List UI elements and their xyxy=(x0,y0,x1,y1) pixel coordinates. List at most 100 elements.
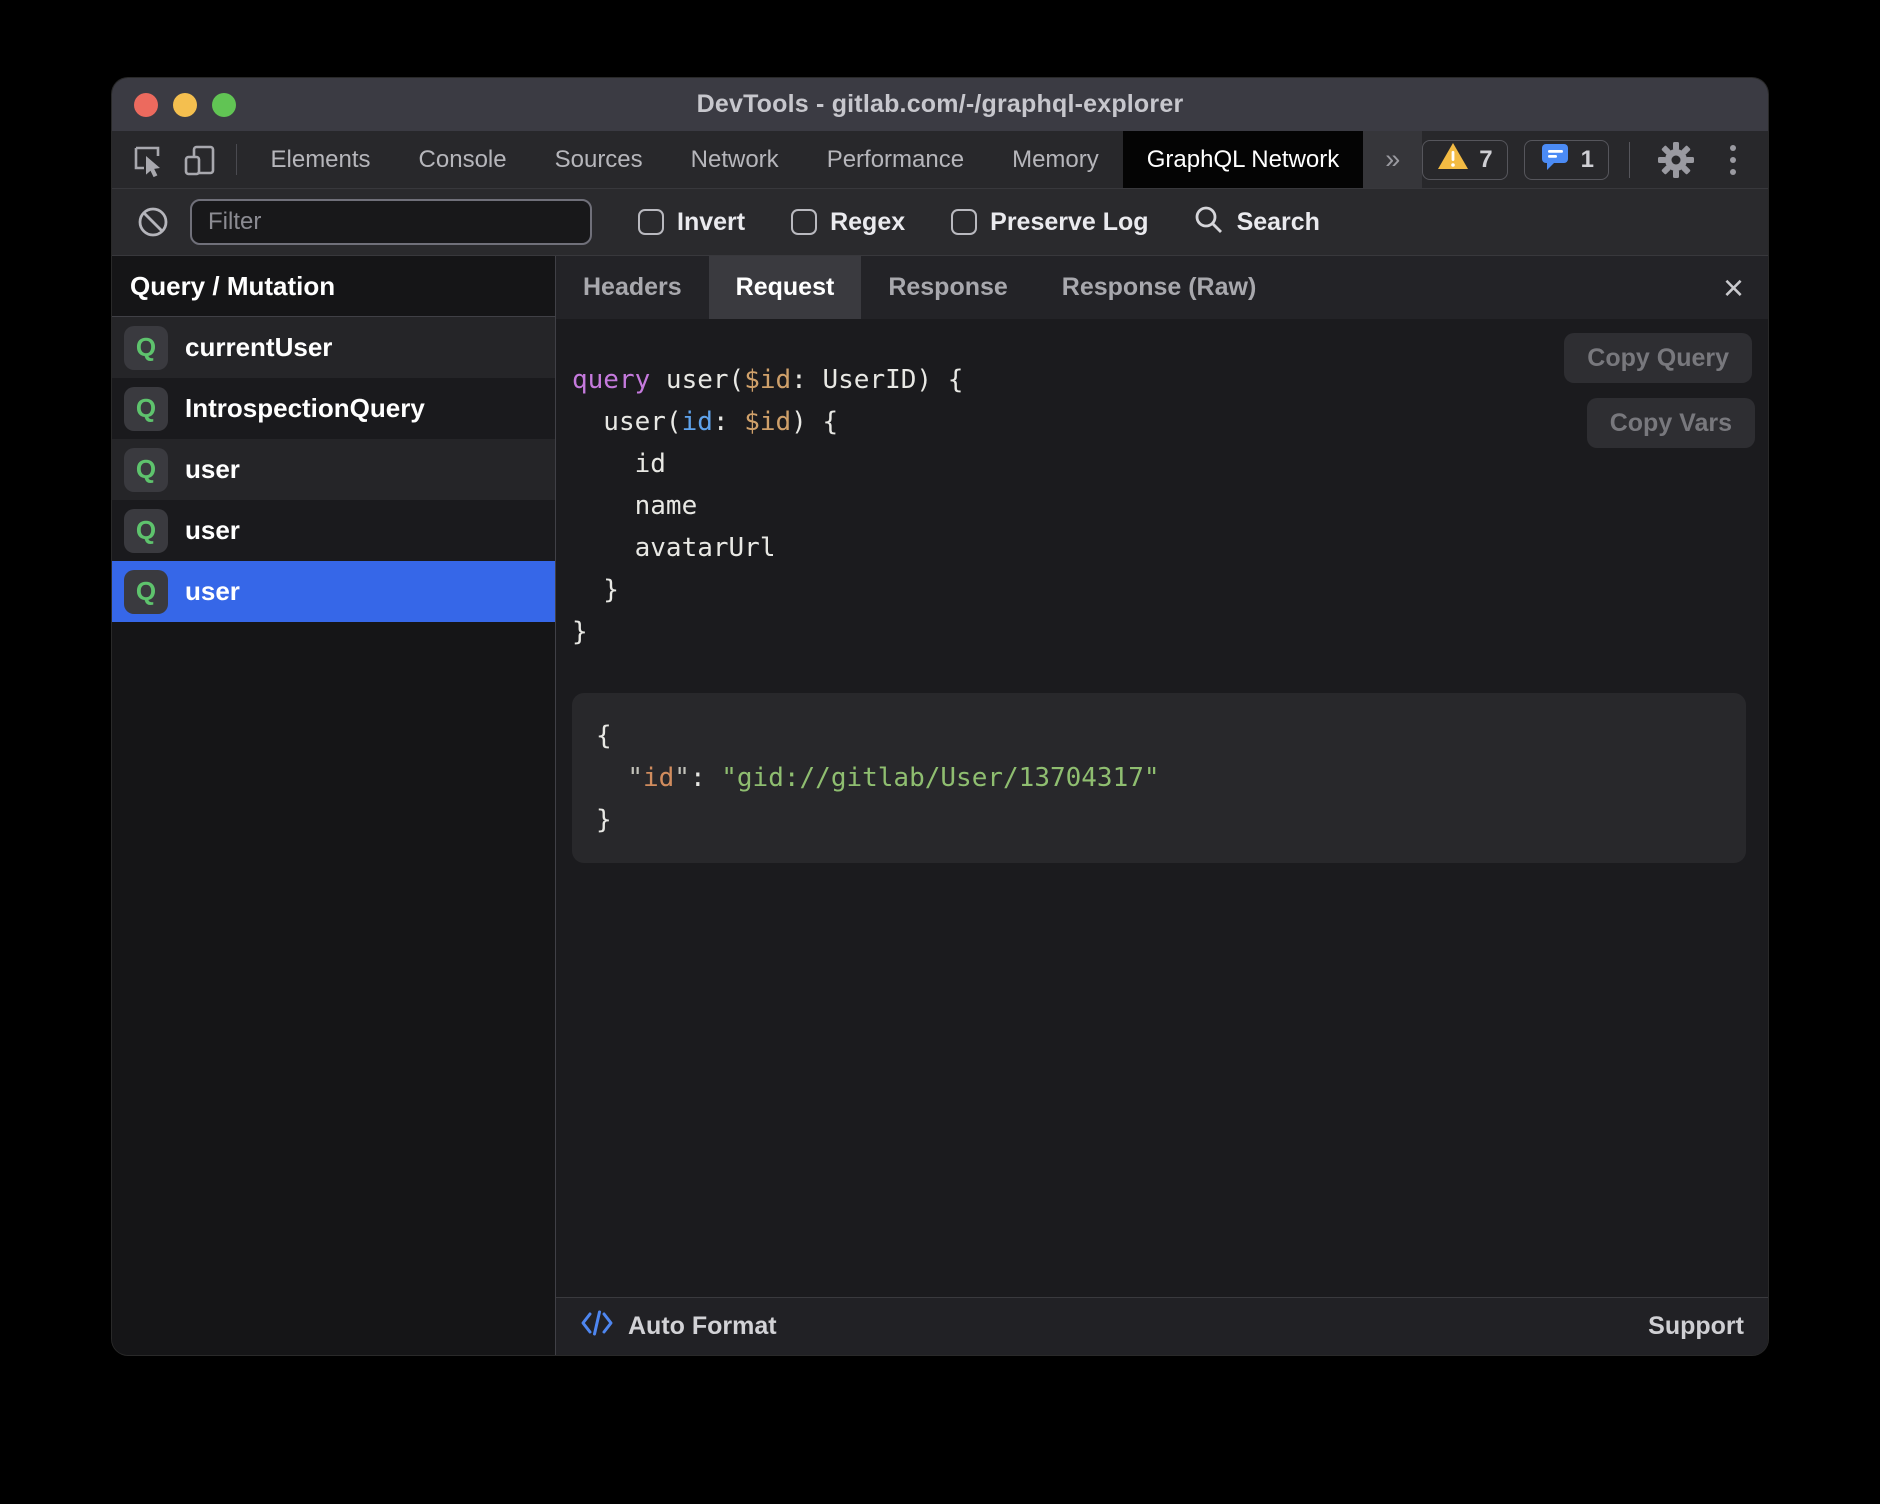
toolbar-divider xyxy=(236,144,237,175)
warnings-badge[interactable]: 7 xyxy=(1422,140,1507,180)
query-type-icon: Q xyxy=(124,387,168,431)
filter-checkboxes: Invert Regex Preserve Log xyxy=(592,208,1149,237)
devtools-tab-graphql-network[interactable]: GraphQL Network xyxy=(1123,131,1364,188)
close-detail-icon[interactable]: × xyxy=(1715,256,1752,319)
query-type-icon: Q xyxy=(124,509,168,553)
search-label: Search xyxy=(1237,208,1320,237)
issues-badge[interactable]: 1 xyxy=(1524,140,1609,180)
code-line: { xyxy=(596,715,1722,757)
code-line: name xyxy=(572,485,1768,527)
auto-format-label: Auto Format xyxy=(628,1312,777,1341)
checkbox-invert[interactable]: Invert xyxy=(638,208,745,237)
query-item-label: user xyxy=(185,454,240,485)
query-list-item-introspectionquery-1[interactable]: Q IntrospectionQuery xyxy=(112,378,555,439)
code-token: user( xyxy=(572,407,682,437)
code-token: } xyxy=(596,805,612,835)
devtools-tab-network[interactable]: Network xyxy=(667,131,803,188)
search-toggle[interactable]: Search xyxy=(1193,204,1320,241)
kebab-menu-icon[interactable] xyxy=(1718,145,1748,175)
checkbox-label-regex: Regex xyxy=(830,208,905,237)
detail-footer: Auto Format Support xyxy=(556,1297,1768,1355)
code-token: $id xyxy=(744,365,791,395)
close-window-button[interactable] xyxy=(134,93,158,117)
code-line: avatarUrl xyxy=(572,527,1768,569)
fullscreen-window-button[interactable] xyxy=(212,93,236,117)
devtools-tab-performance[interactable]: Performance xyxy=(803,131,988,188)
clear-block-icon[interactable] xyxy=(130,205,176,239)
checkbox-label-invert: Invert xyxy=(677,208,745,237)
devtools-tab-memory[interactable]: Memory xyxy=(988,131,1123,188)
support-link[interactable]: Support xyxy=(1648,1312,1744,1341)
code-line: "id": "gid://gitlab/User/13704317" xyxy=(596,757,1722,799)
devtools-tab-elements[interactable]: Elements xyxy=(247,131,395,188)
inspect-element-icon[interactable] xyxy=(122,131,174,188)
query-item-label: IntrospectionQuery xyxy=(185,393,425,424)
copy-vars-button[interactable]: Copy Vars xyxy=(1587,398,1755,448)
checkbox-box-regex[interactable] xyxy=(791,209,817,235)
code-token: : xyxy=(690,763,721,793)
code-token: id xyxy=(572,449,666,479)
query-type-icon: Q xyxy=(124,448,168,492)
detail-tab-response[interactable]: Response xyxy=(861,256,1034,319)
code-token: $id xyxy=(744,407,791,437)
request-body: query user($id: UserID) { user(id: $id) … xyxy=(556,319,1768,1297)
code-line: id xyxy=(572,443,1768,485)
devtools-tab-console[interactable]: Console xyxy=(395,131,531,188)
device-toolbar-icon[interactable] xyxy=(174,131,226,188)
detail-tab-headers[interactable]: Headers xyxy=(556,256,709,319)
minimize-window-button[interactable] xyxy=(173,93,197,117)
warnings-count: 7 xyxy=(1479,146,1492,174)
query-list-item-user-2[interactable]: Quser xyxy=(112,439,555,500)
query-list-header: Query / Mutation xyxy=(112,256,555,317)
code-token: id xyxy=(643,763,674,793)
toolbar-divider xyxy=(1629,142,1630,178)
settings-gear-icon[interactable] xyxy=(1650,141,1702,179)
code-line: } xyxy=(572,611,1768,653)
query-list-item-currentuser-0[interactable]: QcurrentUser xyxy=(112,317,555,378)
code-token: } xyxy=(572,617,588,647)
filter-bar: Invert Regex Preserve Log Search xyxy=(112,188,1768,255)
search-icon xyxy=(1193,204,1225,241)
code-token: ) { xyxy=(791,407,838,437)
titlebar: DevTools - gitlab.com/-/graphql-explorer xyxy=(112,78,1768,131)
request-detail-panel: HeadersRequestResponseResponse (Raw) × q… xyxy=(556,256,1768,1355)
more-tabs-button[interactable]: » xyxy=(1363,131,1422,188)
devtools-tabs: ElementsConsoleSourcesNetworkPerformance… xyxy=(247,131,1364,188)
query-item-label: currentUser xyxy=(185,332,332,363)
code-token: "gid://gitlab/User/13704317" xyxy=(721,763,1159,793)
checkbox-regex[interactable]: Regex xyxy=(791,208,905,237)
devtools-tab-sources[interactable]: Sources xyxy=(531,131,667,188)
code-token: : xyxy=(713,407,744,437)
query-list-panel: Query / Mutation QcurrentUserQIntrospect… xyxy=(112,256,556,1355)
code-line: } xyxy=(572,569,1768,611)
detail-tab-request[interactable]: Request xyxy=(709,256,862,319)
issues-count: 1 xyxy=(1581,146,1594,174)
code-token: avatarUrl xyxy=(572,533,776,563)
query-type-icon: Q xyxy=(124,570,168,614)
filter-input[interactable] xyxy=(190,199,592,245)
query-item-label: user xyxy=(185,515,240,546)
query-list-item-user-4[interactable]: Quser xyxy=(112,561,555,622)
code-brackets-icon xyxy=(580,1307,614,1346)
query-list-item-user-3[interactable]: Quser xyxy=(112,500,555,561)
code-token xyxy=(596,763,627,793)
checkbox-box-invert[interactable] xyxy=(638,209,664,235)
query-list: QcurrentUserQIntrospectionQueryQuserQuse… xyxy=(112,317,555,622)
toolbar-right: 7 1 xyxy=(1422,131,1768,188)
copy-query-button[interactable]: Copy Query xyxy=(1564,333,1752,383)
window-title: DevTools - gitlab.com/-/graphql-explorer xyxy=(697,90,1184,119)
code-token: user( xyxy=(650,365,744,395)
auto-format-toggle[interactable]: Auto Format xyxy=(580,1307,777,1346)
detail-tab-response-raw[interactable]: Response (Raw) xyxy=(1035,256,1283,319)
query-type-icon: Q xyxy=(124,326,168,370)
code-token: " xyxy=(674,763,690,793)
graphql-variables-box: { "id": "gid://gitlab/User/13704317"} xyxy=(572,693,1746,863)
code-token: } xyxy=(572,575,619,605)
code-token: name xyxy=(572,491,697,521)
checkbox-label-preserve-log: Preserve Log xyxy=(990,208,1148,237)
code-token: id xyxy=(682,407,713,437)
checkbox-box-preserve-log[interactable] xyxy=(951,209,977,235)
warning-icon xyxy=(1437,141,1469,178)
checkbox-preserve-log[interactable]: Preserve Log xyxy=(951,208,1148,237)
devtools-toolbar: ElementsConsoleSourcesNetworkPerformance… xyxy=(112,131,1768,188)
